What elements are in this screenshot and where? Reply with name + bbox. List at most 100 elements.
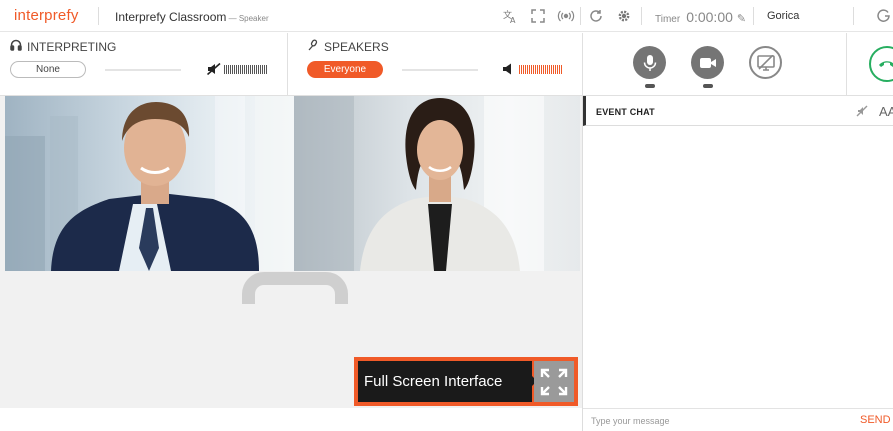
meter-bar [240, 65, 241, 74]
control-bar: INTERPRETING None SPEAKERS Everyone [0, 33, 893, 96]
meter-bar [535, 65, 536, 74]
meter-bar [232, 65, 233, 74]
timer-label: Timer [655, 14, 681, 25]
chat-title: EVENT CHAT [596, 107, 655, 117]
logout-icon[interactable] [875, 7, 893, 25]
hangup-button[interactable] [869, 46, 893, 82]
speaker-icon[interactable] [502, 63, 516, 75]
meter-bar [224, 65, 225, 74]
interprefy-app: interprefy Interprefy Classroom — Speake… [0, 0, 893, 431]
interpreting-volume-meter [224, 65, 267, 74]
interpreting-language-selector[interactable]: None [10, 61, 86, 78]
fullscreen-tooltip-label: Full Screen Interface [364, 373, 503, 390]
speakers-label: SPEAKERS [324, 39, 389, 54]
bottom-strip [0, 408, 582, 431]
meter-bar [254, 65, 255, 74]
microphone-button[interactable] [633, 46, 666, 79]
meter-bar [523, 65, 524, 74]
mute-notifications-icon[interactable] [856, 105, 868, 120]
translate-icon[interactable]: 文A [501, 7, 519, 25]
fullscreen-button[interactable] [534, 361, 574, 402]
microphone-icon [307, 39, 319, 54]
user-name: Gorica [767, 10, 800, 22]
user-role: — Speaker [226, 14, 269, 23]
interpreting-section-title: INTERPRETING [10, 39, 116, 54]
gear-icon[interactable] [615, 7, 633, 25]
camera-button[interactable] [691, 46, 724, 79]
meter-bar [529, 65, 530, 74]
divider [582, 33, 583, 96]
meter-bar [226, 65, 227, 74]
muted-speaker-icon[interactable] [207, 63, 221, 75]
interpreting-volume-slider[interactable] [105, 69, 181, 71]
meter-bar [537, 65, 538, 74]
meter-bar [252, 65, 253, 74]
divider [287, 33, 288, 96]
fullscreen-tooltip-highlight: Full Screen Interface [354, 357, 578, 406]
meter-bar [234, 65, 235, 74]
meter-bar [557, 65, 558, 74]
divider [580, 7, 581, 25]
chat-message-input[interactable] [591, 413, 841, 429]
divider [753, 7, 754, 25]
video-camera-icon [699, 57, 716, 68]
meter-bar [525, 65, 526, 74]
meter-bar [242, 65, 243, 74]
meter-bar [262, 65, 263, 74]
font-size-icon[interactable]: AA [879, 104, 893, 119]
speakers-volume-slider[interactable] [402, 69, 478, 71]
meter-bar [238, 65, 239, 74]
participant-image-man [5, 96, 294, 271]
meter-bar [521, 65, 522, 74]
video-area: Full Screen Interface [0, 96, 582, 408]
refresh-icon[interactable] [587, 7, 605, 25]
phone-hangup-icon [879, 61, 893, 67]
meter-bar [531, 65, 532, 74]
meter-bar [260, 65, 261, 74]
send-button[interactable]: SEND [860, 414, 891, 426]
screen-share-off-icon [756, 54, 775, 71]
divider [853, 7, 854, 25]
meter-bar [543, 65, 544, 74]
meter-bar [539, 65, 540, 74]
meter-bar [246, 65, 247, 74]
meter-bar [541, 65, 542, 74]
meter-bar [228, 65, 229, 74]
headphones-icon [10, 39, 22, 54]
chat-input-row: SEND [583, 408, 893, 431]
meter-bar [549, 65, 550, 74]
participant-video-1[interactable] [5, 96, 294, 271]
screen-share-button[interactable] [749, 46, 782, 79]
meter-bar [248, 65, 249, 74]
meter-bar [533, 65, 534, 74]
broadcast-icon[interactable] [557, 7, 575, 25]
classroom-name: Interprefy Classroom [115, 10, 227, 24]
font-size-label: AA [879, 104, 893, 119]
interpreting-label: INTERPRETING [27, 39, 117, 54]
meter-bar [559, 65, 560, 74]
fullscreen-icon[interactable] [529, 7, 547, 25]
expand-icon [540, 368, 568, 395]
meter-bar [519, 65, 520, 74]
pencil-icon[interactable]: ✎ [737, 13, 746, 25]
meter-bar [236, 65, 237, 74]
speakers-selector[interactable]: Everyone [307, 61, 383, 78]
divider [846, 33, 847, 96]
meter-bar [244, 65, 245, 74]
meter-bar [555, 65, 556, 74]
meter-bar [527, 65, 528, 74]
svg-text:A: A [510, 16, 516, 24]
meter-bar [561, 65, 562, 74]
meter-bar [230, 65, 231, 74]
participant-video-2[interactable] [294, 96, 580, 271]
speakers-volume-meter [519, 65, 562, 74]
meter-bar [266, 65, 267, 74]
timer-value: 0:00:00 [686, 9, 733, 25]
camera-status-indicator [703, 84, 713, 88]
meter-bar [258, 65, 259, 74]
divider [98, 7, 99, 25]
participant-image-woman [294, 96, 544, 271]
top-bar: interprefy Interprefy Classroom — Speake… [0, 0, 893, 32]
chat-header: EVENT CHAT AA [583, 96, 893, 126]
microphone-icon [643, 54, 656, 71]
